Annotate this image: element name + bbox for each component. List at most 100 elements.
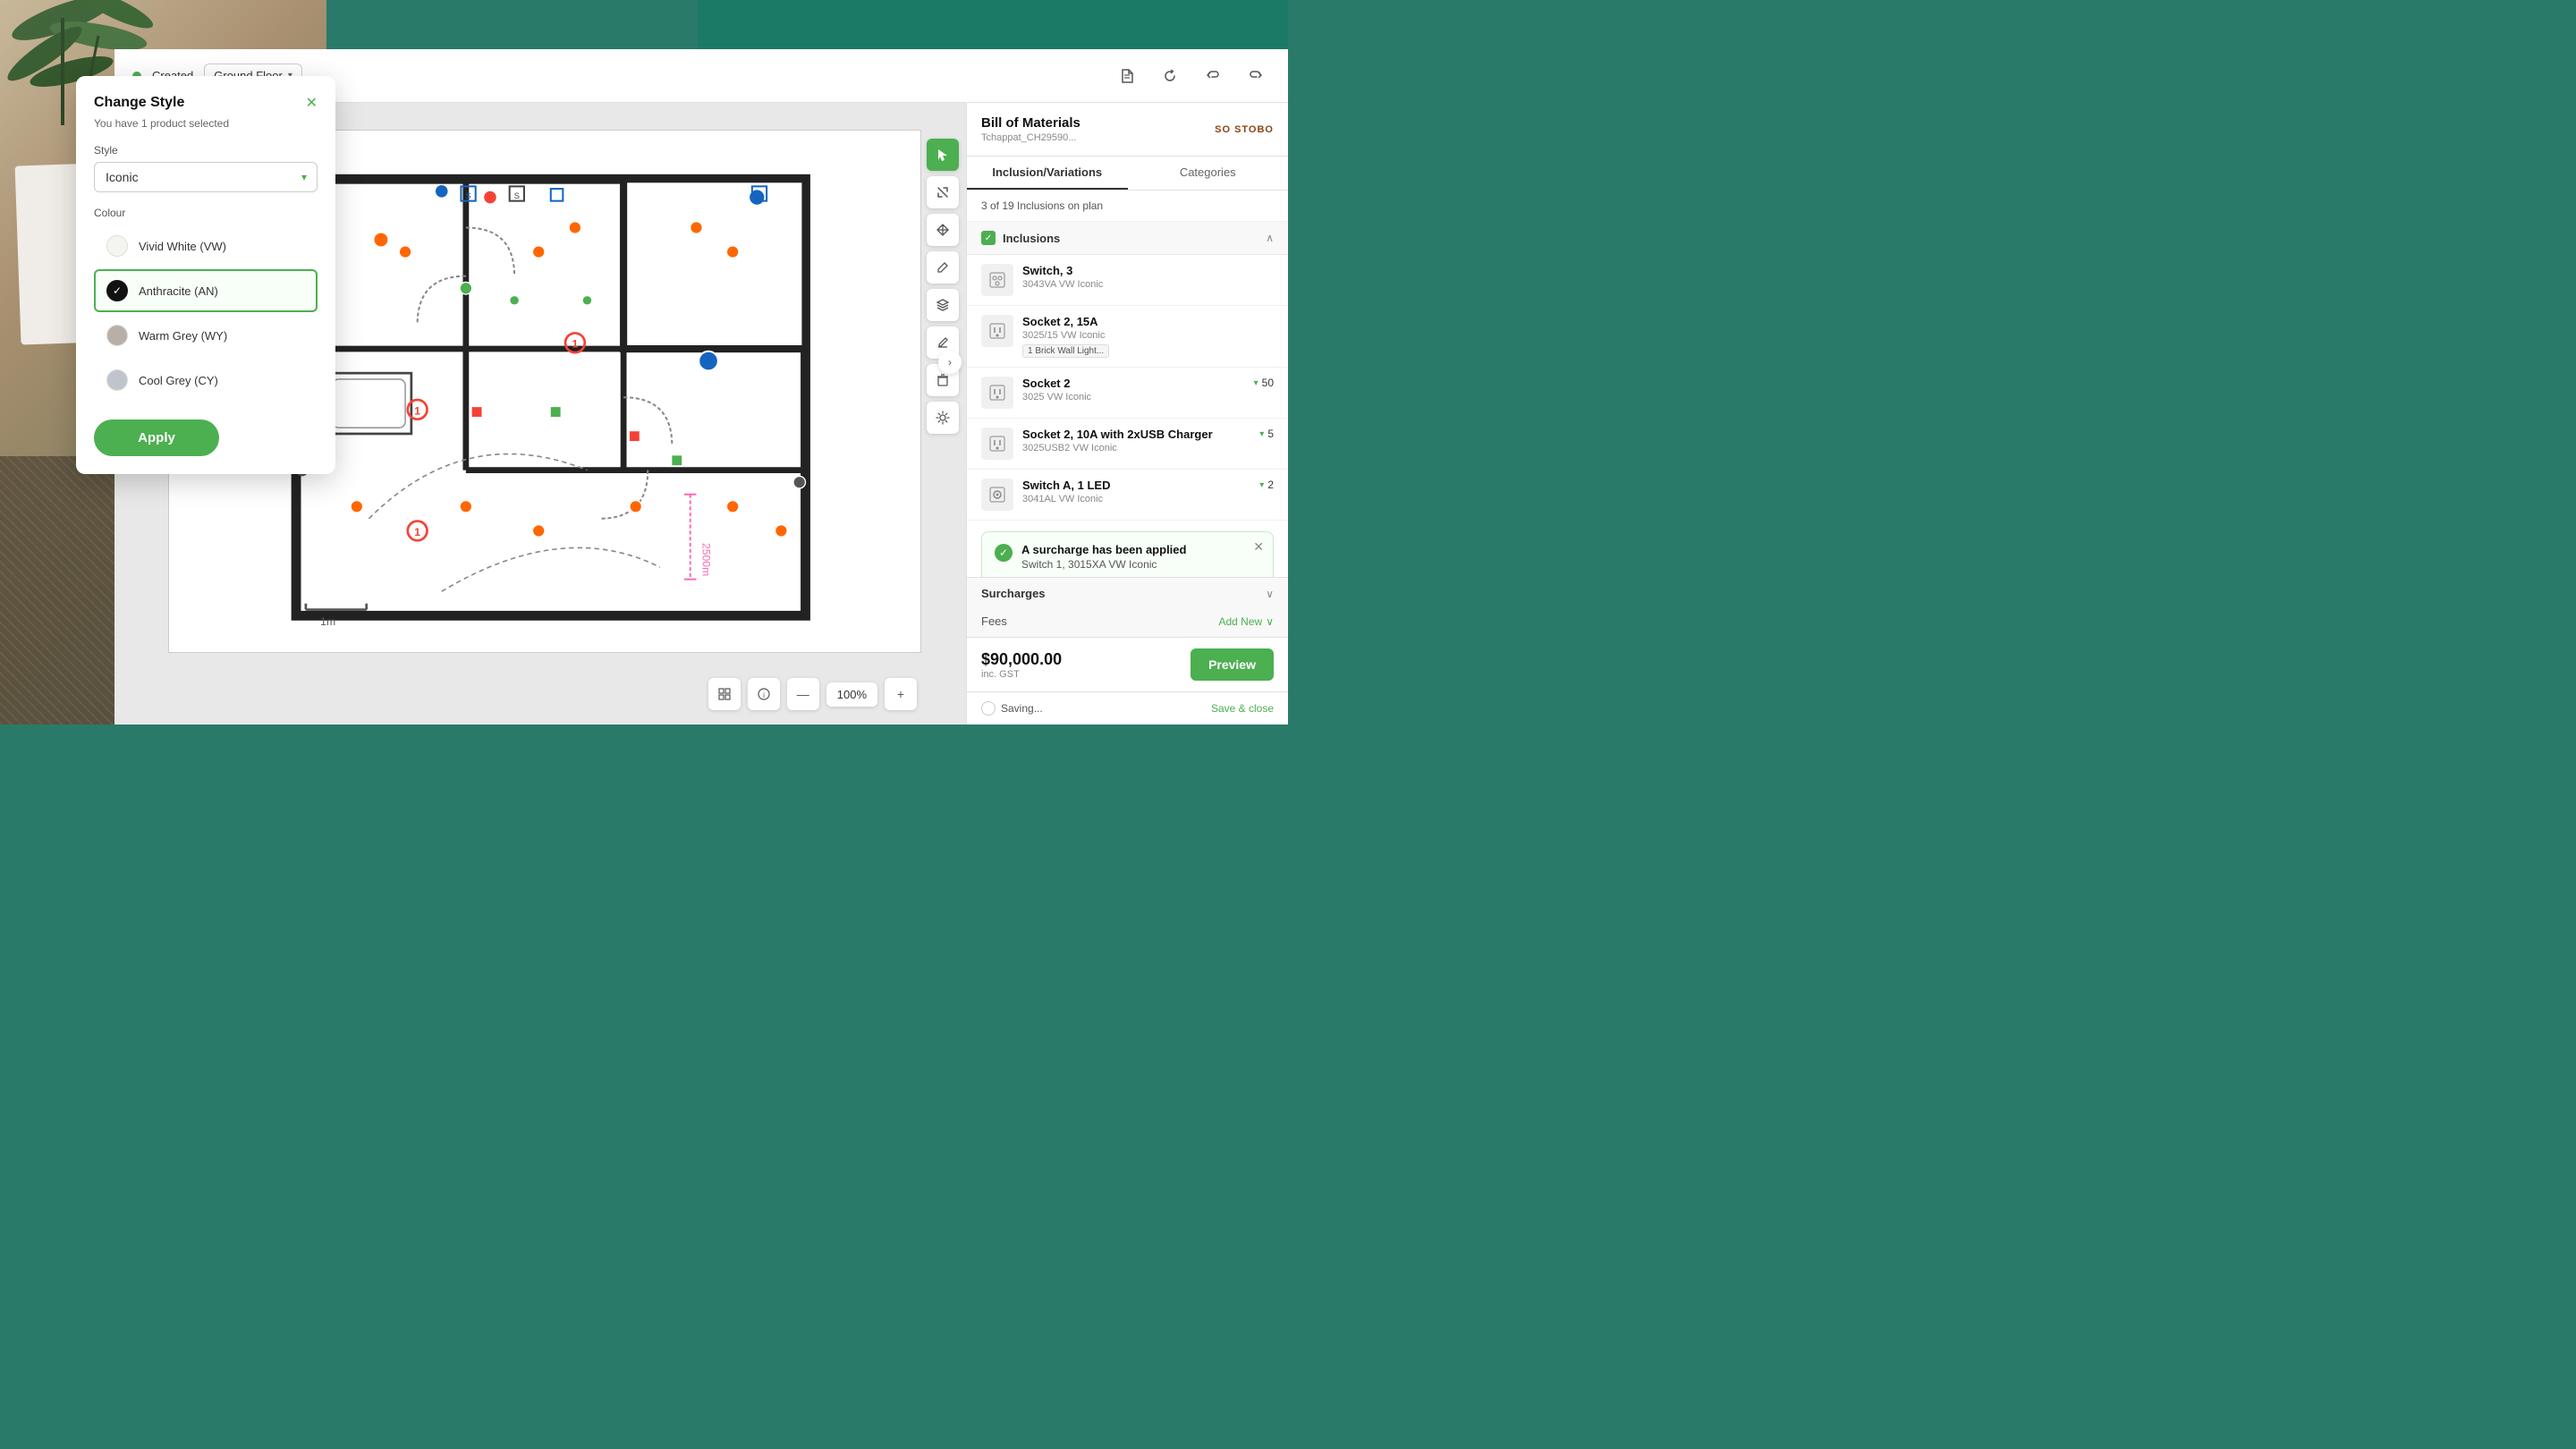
preview-button[interactable]: Preview — [1191, 648, 1274, 681]
list-item[interactable]: Switch A, 1 LED 3041AL VW Iconic ▾ 2 — [967, 470, 1288, 521]
surcharge-check-icon: ✓ — [995, 544, 1013, 562]
apply-button[interactable]: Apply — [94, 419, 219, 456]
surcharges-header[interactable]: Surcharges ∨ — [967, 578, 1288, 609]
count-value: 5 — [1267, 428, 1274, 440]
cursor-tool-btn[interactable] — [927, 139, 959, 171]
colour-option-cool-grey[interactable]: Cool Grey (CY) — [94, 359, 318, 402]
svg-text:S: S — [514, 191, 520, 201]
count-value: 2 — [1267, 479, 1274, 491]
svg-text:1m: 1m — [320, 615, 335, 628]
layers-tool-btn[interactable] — [927, 289, 959, 321]
move-tool-btn[interactable] — [927, 214, 959, 246]
colour-swatch — [106, 235, 128, 257]
save-close-button[interactable]: Save & close — [1211, 702, 1274, 715]
list-item[interactable]: Socket 2 3025 VW Iconic ▾ 50 — [967, 368, 1288, 419]
undo-icon[interactable] — [1199, 62, 1227, 90]
item-tag: 1 Brick Wall Light... — [1022, 344, 1109, 358]
header-icons — [1113, 62, 1270, 90]
bom-subtitle: Tchappat_CH29590... — [981, 132, 1080, 143]
fees-add-chevron-icon: ∨ — [1266, 615, 1274, 628]
colour-name: Anthracite (AN) — [139, 284, 218, 298]
item-name: Socket 2, 15A — [1022, 315, 1274, 328]
surcharge-content: A surcharge has been applied Switch 1, 3… — [1021, 543, 1186, 571]
svg-text:S: S — [465, 191, 470, 201]
redo-icon[interactable] — [1241, 62, 1270, 90]
colour-swatch — [106, 325, 128, 346]
colour-name: Vivid White (VW) — [139, 240, 226, 253]
fees-add-btn[interactable]: Add New ∨ — [1219, 615, 1275, 628]
svg-text:i: i — [763, 691, 765, 699]
list-item[interactable]: Socket 2, 15A 3025/15 VW Iconic 1 Brick … — [967, 306, 1288, 368]
svg-text:1: 1 — [414, 526, 420, 538]
fees-add-label: Add New — [1219, 615, 1263, 628]
modal-title: Change Style — [94, 95, 184, 111]
saving-indicator: Saving... — [981, 701, 1043, 716]
zoom-in-btn[interactable]: + — [885, 678, 917, 710]
colour-option-anthracite[interactable]: ✓ Anthracite (AN) — [94, 269, 318, 312]
modal-close-btn[interactable]: ✕ — [306, 94, 318, 112]
grid-view-btn[interactable] — [708, 678, 741, 710]
item-code: 3025 VW Iconic — [1022, 392, 1245, 402]
save-circle-icon — [981, 701, 996, 716]
colour-option-vivid-white[interactable]: Vivid White (VW) — [94, 225, 318, 267]
bom-panel: Bill of Materials Tchappat_CH29590... SO… — [966, 103, 1288, 724]
list-item[interactable]: Switch, 3 3043VA VW Iconic — [967, 255, 1288, 306]
surcharge-title: A surcharge has been applied — [1021, 543, 1186, 556]
change-style-modal: Change Style ✕ You have 1 product select… — [76, 76, 335, 474]
settings-tool-btn[interactable] — [927, 402, 959, 434]
info-btn[interactable]: i — [748, 678, 780, 710]
item-count: ▾ 50 — [1254, 377, 1274, 389]
item-code: 3041AL VW Iconic — [1022, 494, 1250, 504]
inclusions-header[interactable]: ✓ Inclusions ∧ — [967, 222, 1288, 255]
bom-header: Bill of Materials Tchappat_CH29590... SO… — [967, 103, 1288, 157]
list-item[interactable]: Socket 2, 10A with 2xUSB Charger 3025USB… — [967, 419, 1288, 470]
colour-options: Vivid White (VW) ✓ Anthracite (AN) Warm … — [94, 225, 318, 402]
fees-label: Fees — [981, 614, 1007, 628]
style-selector[interactable]: Iconic Classic Modern — [94, 162, 318, 192]
surcharges-section: Surcharges ∨ Fees Add New ∨ — [967, 577, 1288, 637]
item-count: ▾ 2 — [1259, 479, 1274, 491]
svg-text:1: 1 — [414, 404, 420, 417]
style-selector-wrapper: Iconic Classic Modern ▾ — [94, 162, 318, 192]
resize-tool-btn[interactable] — [927, 176, 959, 208]
bom-logo-text: SO STOBO — [1215, 124, 1274, 135]
count-arrow-icon: ▾ — [1259, 480, 1264, 490]
document-icon[interactable] — [1113, 62, 1141, 90]
item-thumbnail — [981, 428, 1013, 460]
refresh-icon[interactable] — [1156, 62, 1184, 90]
item-info: Socket 2 3025 VW Iconic — [1022, 377, 1245, 402]
item-code: 3025/15 VW Iconic — [1022, 330, 1274, 341]
surcharges-title: Surcharges — [981, 587, 1046, 600]
bom-logo: SO STOBO — [1215, 124, 1274, 135]
item-name: Switch A, 1 LED — [1022, 479, 1250, 492]
item-info: Switch A, 1 LED 3041AL VW Iconic — [1022, 479, 1250, 504]
zoom-out-btn[interactable]: — — [787, 678, 819, 710]
inclusions-checkbox: ✓ — [981, 231, 996, 245]
item-name: Switch, 3 — [1022, 264, 1274, 277]
bom-title: Bill of Materials — [981, 115, 1080, 131]
colour-check-icon: ✓ — [106, 280, 128, 301]
svg-text:S: S — [757, 191, 762, 201]
item-info: Socket 2, 15A 3025/15 VW Iconic 1 Brick … — [1022, 315, 1274, 358]
bom-tabs: Inclusion/Variations Categories — [967, 157, 1288, 191]
bom-header-info: Bill of Materials Tchappat_CH29590... — [981, 115, 1080, 143]
item-thumbnail — [981, 479, 1013, 511]
surcharge-close-btn[interactable]: ✕ — [1253, 539, 1264, 555]
surcharges-chevron-icon: ∨ — [1266, 588, 1274, 600]
inclusions-chevron-icon: ∧ — [1266, 232, 1274, 244]
tab-inclusions-variations[interactable]: Inclusion/Variations — [967, 157, 1128, 190]
count-arrow-icon: ▾ — [1254, 378, 1258, 388]
tab-categories[interactable]: Categories — [1128, 157, 1289, 190]
nav-right-button[interactable]: › — [938, 351, 962, 374]
count-arrow-icon: ▾ — [1259, 429, 1264, 439]
modal-subtitle: You have 1 product selected — [94, 117, 318, 130]
item-count: ▾ 5 — [1259, 428, 1274, 440]
item-thumbnail — [981, 377, 1013, 409]
right-toolbar — [927, 139, 959, 434]
saving-label: Saving... — [1001, 702, 1043, 715]
price-footer: $90,000.00 inc. GST Preview — [967, 637, 1288, 691]
price-info: $90,000.00 inc. GST — [981, 650, 1062, 680]
colour-option-warm-grey[interactable]: Warm Grey (WY) — [94, 314, 318, 357]
edit-tool-btn[interactable] — [927, 251, 959, 284]
inclusions-section: ✓ Inclusions ∧ Switch — [967, 222, 1288, 577]
